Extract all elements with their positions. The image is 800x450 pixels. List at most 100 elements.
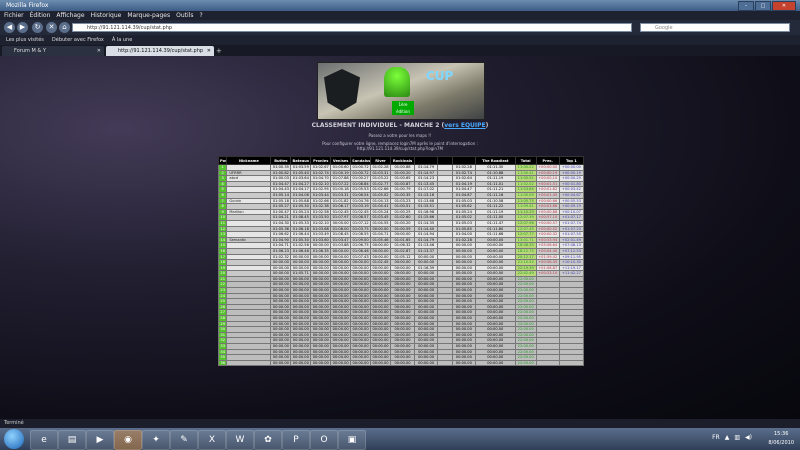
time-cell: +00:00.57	[535, 219, 560, 227]
time-cell: 01:02.67	[310, 164, 332, 171]
time-cell: 00:00.00	[310, 270, 332, 277]
time-cell: 00:00.00	[350, 270, 372, 277]
time-cell: 00:00.00	[350, 264, 372, 272]
time-cell: 01:02.66	[310, 197, 332, 205]
excel-icon[interactable]: X	[198, 430, 226, 450]
time-cell: 01:06.35	[310, 247, 332, 255]
table-row: 28 00:00.00 00:00.00 00:00.00 00:00.00 00:00.…	[217, 315, 585, 322]
close-button[interactable]: ✕	[772, 1, 796, 11]
time-cell: +09:11.95	[558, 253, 585, 261]
time-cell: 00:00.00	[370, 292, 391, 300]
time-cell: 01:03.44	[310, 192, 332, 199]
tab-strip: Forum M & Y ✕ http://91.121.114.39/cup/s…	[0, 45, 800, 56]
menu-historique[interactable]: Historique	[91, 11, 122, 20]
start-button[interactable]	[4, 429, 24, 449]
time-cell: 00:00.00	[270, 326, 292, 333]
time-cell: 00:00.00	[330, 287, 352, 294]
team-ranking-link[interactable]: vers EQUIPE	[444, 122, 485, 129]
table-row: 12 01:05.36 01:06.18 01:03.68 01:08.00 01:03.…	[217, 225, 585, 233]
time-cell: 11:00.22	[514, 164, 537, 171]
time-cell: 01:02.28	[370, 164, 391, 171]
volume-icon[interactable]: ◀)	[745, 434, 752, 441]
time-cell: +07:08.13	[558, 242, 585, 249]
outlook-icon[interactable]: O	[310, 430, 338, 450]
time-cell: 01:03.75	[350, 225, 372, 233]
paint-icon[interactable]: ✿	[254, 430, 282, 450]
time-cell: 22:00.00	[514, 359, 537, 367]
menu-affichage[interactable]: Affichage	[56, 11, 84, 20]
time-cell: 01:05.02	[370, 192, 391, 199]
word-icon[interactable]: W	[226, 430, 254, 450]
tray-lang[interactable]: FR	[712, 434, 720, 441]
app-icon[interactable]: ✎	[170, 430, 198, 450]
table-row: 1 01:00.35 01:03.59 01:02.67 01:00.60 01:00.7…	[217, 164, 585, 171]
time-cell: 01:02.10	[310, 219, 332, 227]
nickname-cell	[226, 359, 272, 367]
time-cell: 01:00.60	[330, 164, 352, 171]
menu-fichier[interactable]: Fichier	[4, 11, 24, 20]
search-input[interactable]: Google	[640, 23, 790, 32]
bookmark-getting-started[interactable]: Débuter avec Firefox	[52, 35, 104, 45]
time-cell: +05:06.64	[535, 242, 560, 249]
time-cell: 00:00.00	[270, 359, 292, 367]
table-row: 8 01:05.27 01:05.30 01:02.38 01:06.17 01:03.1…	[217, 203, 585, 210]
time-cell: 11:03.64	[514, 186, 537, 193]
time-cell: 11:05.75	[514, 197, 537, 205]
time-cell: 22:00.00	[514, 281, 537, 289]
bookmark-most-visited[interactable]: Les plus visités	[6, 35, 44, 45]
photoshop-icon[interactable]: P	[282, 430, 310, 450]
new-tab-icon[interactable]: +	[216, 47, 224, 55]
time-cell: 01:03.68	[310, 225, 332, 233]
bookmark-headlines[interactable]: À la une	[112, 35, 132, 45]
time-cell: 01:03.31	[370, 169, 391, 177]
close-tab-icon[interactable]: ✕	[207, 46, 211, 56]
menu-marque-pages[interactable]: Marque-pages	[127, 11, 170, 20]
close-tab-icon[interactable]: ✕	[97, 46, 101, 56]
time-cell: 01:03.45	[370, 214, 391, 221]
reload-icon[interactable]: ↻	[32, 22, 43, 33]
tab-forum[interactable]: Forum M & Y ✕	[2, 46, 104, 56]
table-row: 25 00:00.00 00:00.00 00:00.00 00:00.00 00:00.…	[217, 298, 585, 305]
table-row: 27 00:00.00 00:00.00 00:00.00 00:00.00 00:00.…	[217, 309, 585, 316]
ie-icon[interactable]: e	[30, 430, 58, 450]
home-icon[interactable]: ⌂	[59, 22, 70, 33]
clock[interactable]: 15:36 8/06/2010	[768, 430, 794, 448]
table-row: 30 00:00.00 00:00.00 00:00.00 00:00.00 00:00.…	[217, 326, 585, 333]
folder-icon[interactable]: ▤	[58, 430, 86, 450]
maximize-button[interactable]: □	[755, 1, 771, 11]
title-prefix: CLASSEMENT INDIVIDUEL - MANCHE 2 (	[311, 122, 445, 129]
time-cell: 22:00.00	[514, 337, 537, 344]
stop-icon[interactable]: ✕	[46, 22, 57, 33]
network-icon[interactable]: ▥	[734, 434, 740, 441]
time-cell: 01:07.43	[350, 253, 372, 261]
arrow-up-icon[interactable]: ▲	[725, 434, 730, 441]
time-cell: 22:42.49	[514, 270, 537, 277]
time-cell: 00:00.00	[370, 309, 391, 316]
time-cell: 01:05.33	[290, 219, 312, 227]
column-header: Pos	[217, 156, 228, 165]
time-cell	[535, 359, 560, 367]
time-cell: 01:04.76	[350, 197, 372, 205]
time-cell: +01:08.87	[535, 264, 560, 272]
forward-icon[interactable]: ▶	[17, 22, 28, 33]
time-cell: 00:00.00	[270, 320, 292, 328]
time-cell: +00:58.35	[535, 259, 560, 266]
time-cell: 22:00.00	[514, 343, 537, 350]
time-cell: 01:04.43	[270, 186, 292, 193]
time-cell: 00:00.00	[270, 287, 292, 294]
misc-icon[interactable]: ▣	[338, 430, 366, 450]
menu-edition[interactable]: Édition	[30, 11, 51, 20]
media-player-icon[interactable]: ▶	[86, 430, 114, 450]
firefox-icon[interactable]: ◉	[114, 430, 142, 450]
minimize-button[interactable]: –	[738, 1, 754, 11]
time-cell: 00:00.00	[370, 225, 391, 233]
time-cell: 00:00.00	[290, 275, 312, 283]
menu-help[interactable]: ?	[199, 11, 202, 20]
back-icon[interactable]: ◀	[4, 22, 15, 33]
table-row: 3 abcd 01:00.03 01:03.64 01:04.70 01:07.88 01:…	[217, 175, 585, 182]
game-icon[interactable]: ✦	[142, 430, 170, 450]
url-input[interactable]: http://91.121.114.39/cup/stat.php	[72, 23, 632, 32]
tab-stat[interactable]: http://91.121.114.39/cup/stat.php ✕	[106, 46, 214, 56]
time-cell: 00:00.00	[330, 326, 352, 333]
menu-outils[interactable]: Outils	[176, 11, 193, 20]
